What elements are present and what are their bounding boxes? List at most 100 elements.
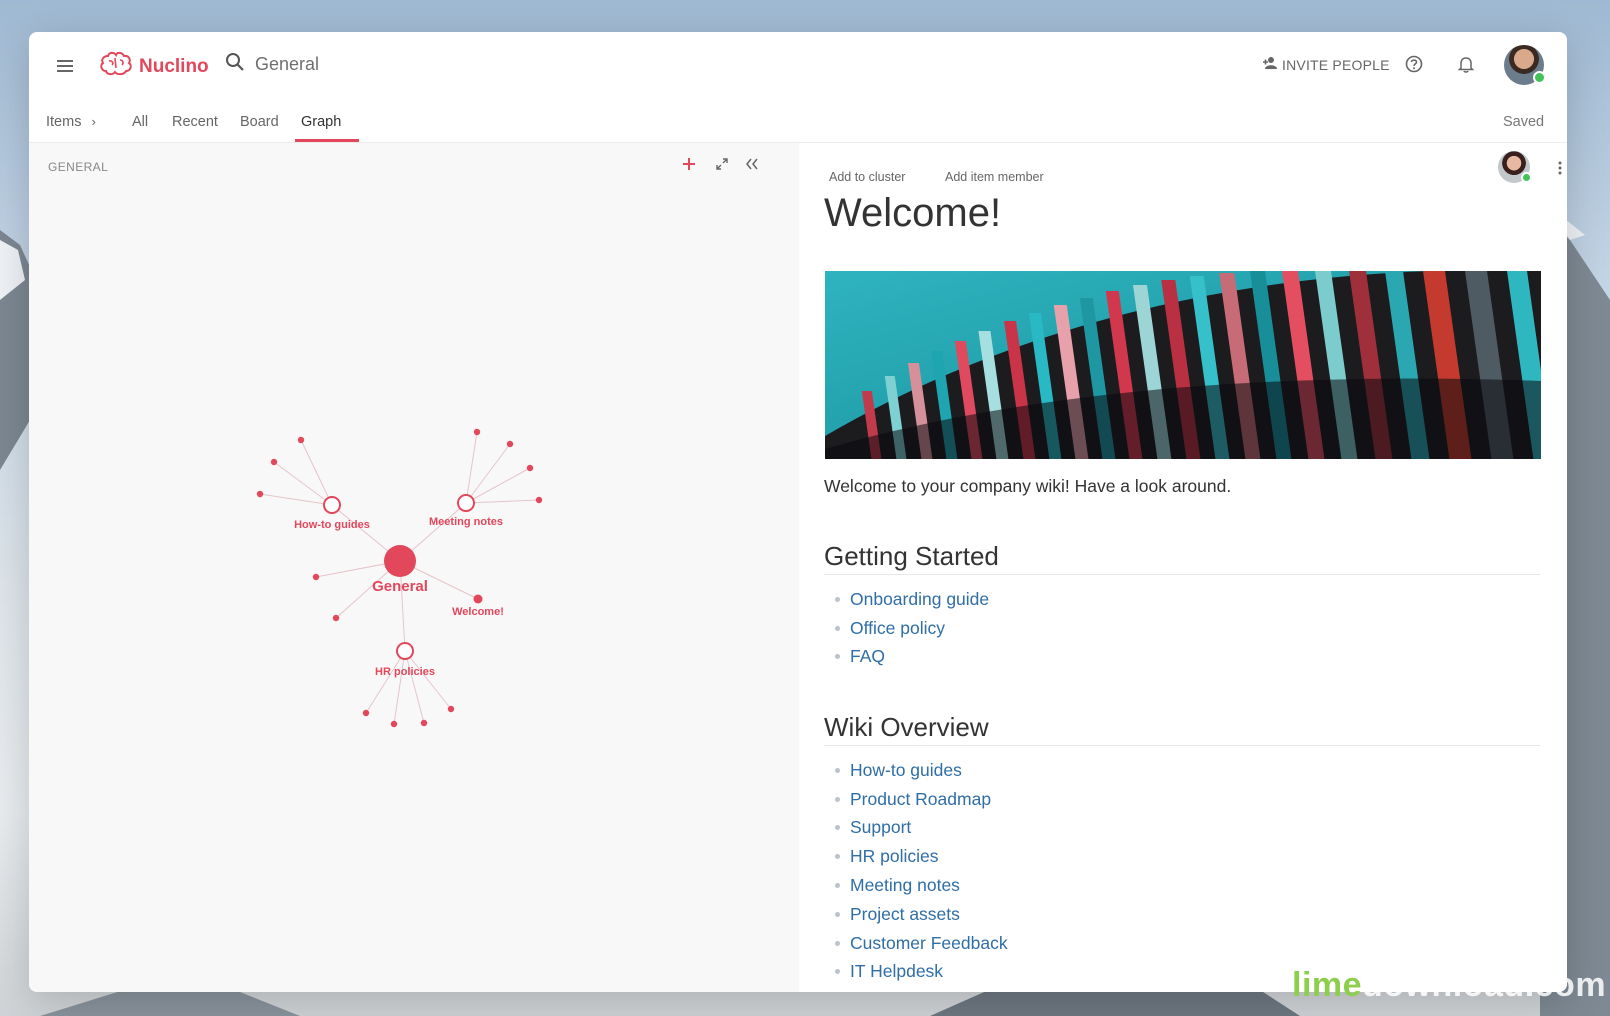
top-bar: Nuclino INVITE PEOPLE: [29, 32, 1567, 102]
bullet: [835, 625, 840, 631]
search-icon[interactable]: [225, 52, 245, 77]
graph-leaf-node[interactable]: [420, 719, 428, 727]
graph-label-how-to: How-to guides: [294, 519, 370, 531]
link-product-roadmap[interactable]: Product Roadmap: [850, 789, 991, 810]
graph-leaf-node[interactable]: [390, 720, 398, 728]
tab-board[interactable]: Board: [240, 114, 279, 130]
list-item: Support: [835, 814, 1008, 843]
graph-leaf-node[interactable]: [362, 709, 370, 717]
link-how-to-guides[interactable]: How-to guides: [850, 760, 962, 781]
watermark: limedownload.com: [1292, 966, 1606, 1005]
app-window: Nuclino INVITE PEOPLE Items ›: [29, 32, 1567, 992]
graph-label-welcome: Welcome!: [452, 606, 504, 618]
watermark-lime: lime: [1292, 966, 1363, 1004]
link-support[interactable]: Support: [850, 817, 911, 838]
breadcrumb-label: Items: [46, 114, 82, 130]
graph-leaf-node[interactable]: [312, 573, 320, 581]
getting-started-list: Onboarding guide Office policy FAQ: [835, 585, 989, 671]
list-item: How-to guides: [835, 756, 1008, 785]
list-item: IT Helpdesk: [835, 958, 1008, 987]
user-avatar[interactable]: [1504, 45, 1546, 85]
add-item-member-link[interactable]: Add item member: [945, 170, 1044, 184]
link-customer-feedback[interactable]: Customer Feedback: [850, 933, 1008, 954]
list-item: FAQ: [835, 643, 989, 672]
bullet: [835, 596, 840, 602]
graph-label-general: General: [372, 578, 428, 595]
heading-wiki-overview: Wiki Overview: [824, 712, 1540, 746]
online-status-dot: [1521, 172, 1532, 183]
search-input[interactable]: [253, 53, 477, 76]
graph-label-hr: HR policies: [375, 666, 435, 678]
list-item: HR policies: [835, 842, 1008, 871]
graph-leaf-node[interactable]: [473, 428, 481, 436]
graph-leaf-node[interactable]: [447, 705, 455, 713]
list-item: Project assets: [835, 900, 1008, 929]
link-it-helpdesk[interactable]: IT Helpdesk: [850, 961, 943, 982]
document-panel: Add to cluster Add item member Welcome!: [799, 143, 1567, 992]
breadcrumb-items[interactable]: Items ›: [46, 114, 96, 130]
knowledge-graph: How-to guides Meeting notes General Welc…: [256, 428, 543, 728]
graph-node-general[interactable]: [384, 545, 416, 577]
wiki-overview-list: How-to guides Product Roadmap Support HR…: [835, 756, 1008, 986]
graph-leaf-node[interactable]: [270, 458, 278, 466]
online-status-dot: [1533, 71, 1546, 84]
bullet: [835, 969, 840, 975]
graph-leaf-node[interactable]: [535, 496, 543, 504]
tab-all[interactable]: All: [132, 114, 148, 130]
list-item: Product Roadmap: [835, 785, 1008, 814]
list-item: Office policy: [835, 614, 989, 643]
document-title[interactable]: Welcome!: [824, 191, 1001, 236]
link-project-assets[interactable]: Project assets: [850, 904, 960, 925]
brain-icon: [99, 50, 133, 83]
link-hr-policies[interactable]: HR policies: [850, 846, 939, 867]
graph-node-meeting-notes[interactable]: [457, 494, 475, 512]
graph-leaf-node[interactable]: [526, 464, 534, 472]
help-circle-icon[interactable]: [1405, 55, 1423, 78]
bullet: [835, 883, 840, 889]
bullet: [835, 796, 840, 802]
more-options-icon[interactable]: [1558, 161, 1562, 180]
graph-leaf-node[interactable]: [297, 436, 305, 444]
bell-icon[interactable]: [1457, 55, 1475, 78]
logo-text: Nuclino: [139, 55, 209, 77]
intro-text: Welcome to your company wiki! Have a loo…: [824, 476, 1232, 496]
add-person-icon: [1262, 56, 1278, 73]
heading-getting-started: Getting Started: [824, 541, 1540, 575]
list-item: Customer Feedback: [835, 929, 1008, 958]
graph-panel: GENERAL How-to guides Meeting notes Gene…: [29, 143, 799, 992]
invite-people-button[interactable]: INVITE PEOPLE: [1262, 56, 1390, 73]
link-faq[interactable]: FAQ: [850, 646, 885, 667]
graph-leaf-node[interactable]: [506, 440, 514, 448]
bullet: [835, 767, 840, 773]
link-office-policy[interactable]: Office policy: [850, 618, 945, 639]
tab-graph[interactable]: Graph: [301, 114, 341, 130]
graph-node-welcome[interactable]: [473, 594, 483, 604]
bullet: [835, 911, 840, 917]
bullet: [835, 825, 840, 831]
item-member-avatar[interactable]: [1498, 151, 1532, 183]
watermark-domain: download.com: [1362, 966, 1607, 1004]
banner-image: [825, 271, 1541, 459]
link-meeting-notes[interactable]: Meeting notes: [850, 875, 960, 896]
save-status: Saved: [1503, 114, 1545, 130]
active-tab-indicator: [295, 139, 359, 142]
list-item: Meeting notes: [835, 871, 1008, 900]
graph-node-hr-policies[interactable]: [396, 642, 414, 660]
add-to-cluster-link[interactable]: Add to cluster: [829, 170, 905, 184]
bullet: [835, 940, 840, 946]
view-tabs-bar: Items › All Recent Board Graph Saved: [29, 102, 1567, 143]
link-onboarding-guide[interactable]: Onboarding guide: [850, 589, 989, 610]
tab-recent[interactable]: Recent: [172, 114, 218, 130]
bullet: [835, 854, 840, 860]
chevron-right-icon: ›: [91, 114, 96, 129]
graph-leaf-node[interactable]: [332, 614, 340, 622]
graph-leaf-node[interactable]: [256, 490, 264, 498]
invite-people-label: INVITE PEOPLE: [1282, 56, 1390, 73]
app-logo[interactable]: Nuclino: [99, 50, 209, 83]
search-bar: [225, 52, 477, 77]
list-item: Onboarding guide: [835, 585, 989, 614]
graph-node-how-to-guides[interactable]: [323, 496, 341, 514]
hamburger-icon[interactable]: [55, 56, 75, 76]
bullet: [835, 654, 840, 660]
graph-label-meeting: Meeting notes: [429, 516, 503, 528]
